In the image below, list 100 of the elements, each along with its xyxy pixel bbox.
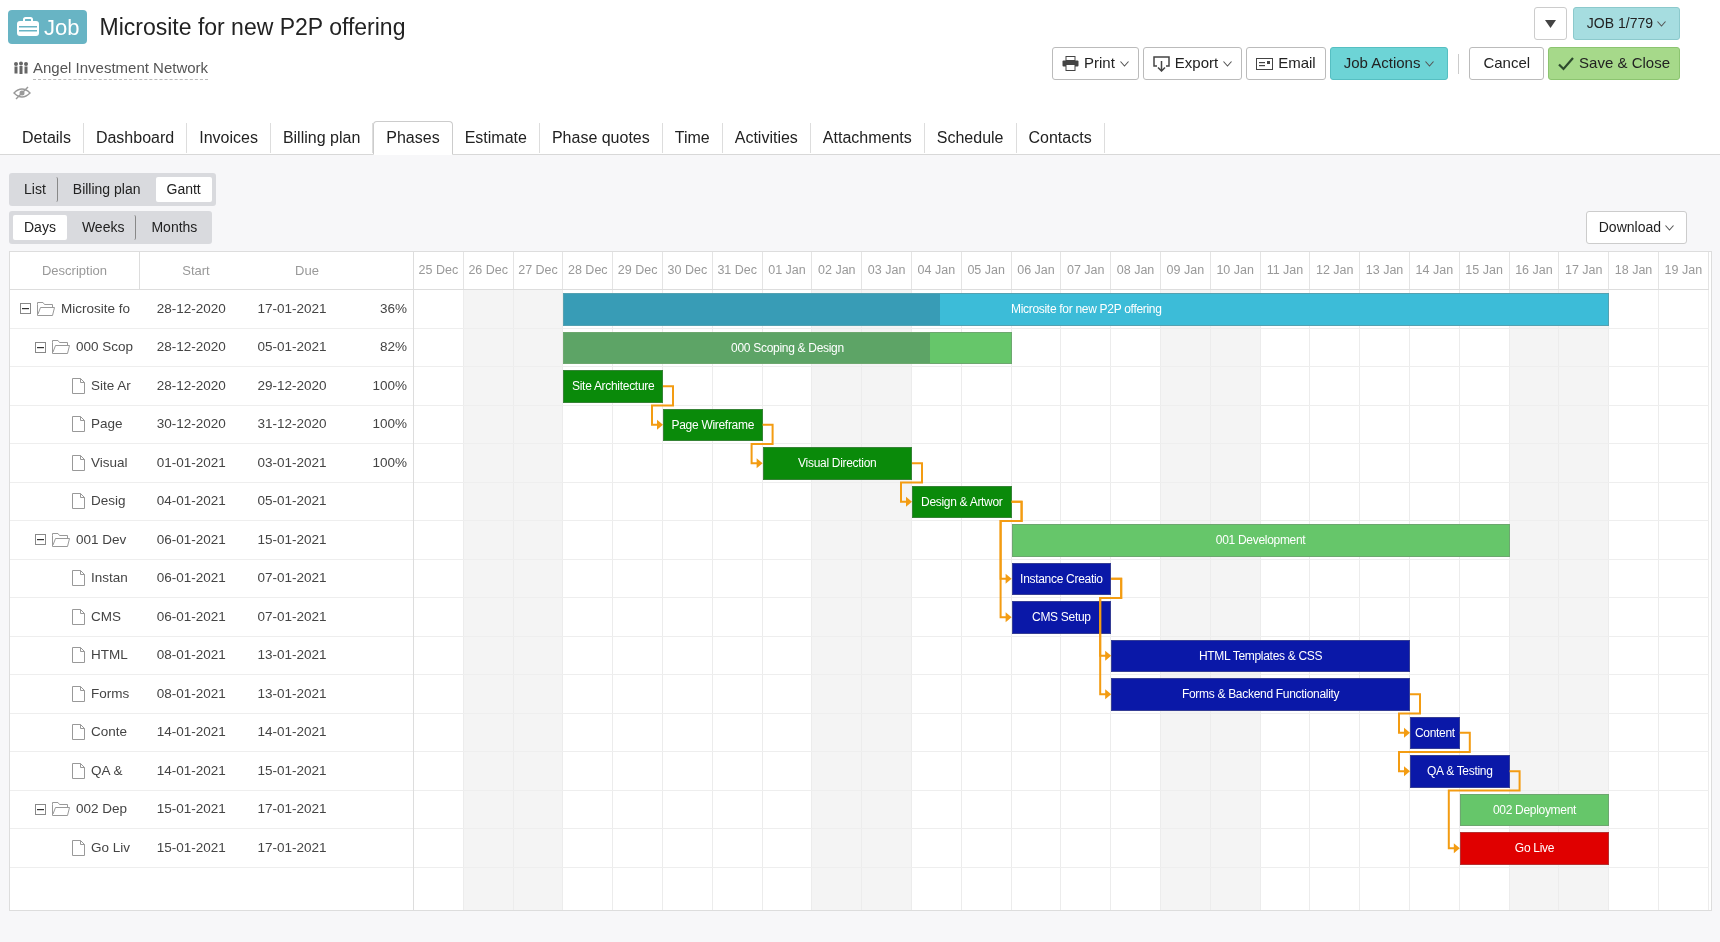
day-label: 05 Jan <box>967 262 1005 280</box>
collapse-toggle[interactable] <box>35 803 46 815</box>
action-button[interactable]: Export <box>1142 47 1243 80</box>
date-cell: 05-01-2021 <box>257 493 327 509</box>
record-button[interactable]: JOB 1/779 <box>1572 7 1680 40</box>
day-label: 28 Dec <box>568 262 608 280</box>
document-icon <box>72 416 85 433</box>
task-bar[interactable]: HTML Templates & CSS <box>1111 639 1410 672</box>
date-cell: 15-01-2021 <box>257 762 327 778</box>
description-cell-text: Conte <box>91 723 128 742</box>
day-label: 02 Jan <box>818 262 856 280</box>
download-button[interactable]: Download <box>1585 211 1687 244</box>
bar-label: Instance Creatio <box>1020 570 1103 588</box>
tab[interactable]: Contacts <box>1016 123 1105 153</box>
action-button[interactable]: Print <box>1051 47 1139 80</box>
export-icon <box>1152 55 1170 72</box>
column-header: Due <box>295 261 319 280</box>
task-bar[interactable]: Forms & Backend Functionality <box>1111 678 1410 711</box>
document-icon <box>72 839 85 856</box>
document-icon <box>72 647 85 664</box>
task-bar[interactable]: Design & Artwor <box>912 485 1012 518</box>
tab[interactable]: Attachments <box>810 123 925 153</box>
page-title: Microsite for new P2P offering <box>99 13 406 42</box>
segment-button[interactable]: Gantt <box>155 177 212 202</box>
save-button[interactable]: Save & Close <box>1548 47 1680 80</box>
day-label: 09 Jan <box>1166 262 1205 280</box>
task-bar[interactable]: Content <box>1410 716 1460 749</box>
client-link[interactable]: Angel Investment Network <box>33 56 209 80</box>
date-cell: 14-01-2021 <box>156 724 226 740</box>
segment-button[interactable]: Days <box>13 215 67 240</box>
tab[interactable]: Phases <box>373 121 453 155</box>
action-button[interactable]: Job Actions <box>1329 47 1449 80</box>
task-bar[interactable]: Go Live <box>1459 832 1610 865</box>
caret-icon <box>1544 19 1556 28</box>
chevron-icon <box>1425 60 1435 67</box>
task-bar[interactable]: Instance Creatio <box>1011 562 1112 595</box>
bar-label: Go Live <box>1514 840 1555 858</box>
column-header: Start <box>182 261 210 280</box>
folder-icon <box>37 301 55 316</box>
date-cell: 01-01-2021 <box>156 454 226 470</box>
day-label: 06 Jan <box>1017 262 1055 280</box>
task-bar[interactable]: CMS Setup <box>1011 601 1112 634</box>
date-cell: 30-12-2020 <box>156 416 226 432</box>
date-cell: 06-01-2021 <box>156 570 226 586</box>
tab[interactable]: Invoices <box>187 123 271 153</box>
day-label: 31 Dec <box>717 262 757 280</box>
tab[interactable]: Dashboard <box>83 123 188 153</box>
day-label: 25 Dec <box>418 262 459 280</box>
column-header: Description <box>42 261 107 280</box>
day-label: 01 Jan <box>768 262 806 280</box>
action-button[interactable]: Email <box>1246 47 1326 80</box>
day-label: 14 Jan <box>1415 262 1454 280</box>
tab[interactable]: Activities <box>722 123 811 153</box>
folder-icon <box>52 802 70 817</box>
tab[interactable]: Estimate <box>452 123 540 153</box>
folder-icon <box>52 340 70 355</box>
segment-button[interactable]: Billing plan <box>61 177 152 202</box>
collapse-toggle[interactable] <box>20 303 31 315</box>
task-bar[interactable]: Visual Direction <box>762 447 912 480</box>
hidden-icon[interactable] <box>13 86 31 100</box>
date-cell: 04-01-2021 <box>156 493 226 509</box>
segment-button[interactable]: Months <box>140 215 209 240</box>
day-label: 29 Dec <box>617 262 658 280</box>
bar-label: 001 Development <box>1215 532 1306 550</box>
date-cell: 28-12-2020 <box>156 339 226 355</box>
action-button[interactable]: Cancel <box>1469 47 1545 80</box>
task-bar[interactable]: QA & Testing <box>1410 755 1510 788</box>
tab[interactable]: Phase quotes <box>539 123 663 153</box>
tab[interactable]: Schedule <box>924 123 1017 153</box>
bar-label: 000 Scoping & Design <box>731 339 844 357</box>
segment-button[interactable]: Weeks <box>70 215 137 240</box>
day-label: 08 Jan <box>1116 262 1155 280</box>
description-cell-text: Microsite fo <box>61 299 131 318</box>
bar-label: Microsite for new P2P offering <box>1010 301 1162 319</box>
day-label: 16 Jan <box>1515 262 1553 280</box>
folder-icon <box>52 532 70 547</box>
date-cell: 07-01-2021 <box>257 570 327 586</box>
collapse-toggle[interactable] <box>35 534 46 546</box>
day-label: 07 Jan <box>1067 262 1105 280</box>
bar-label: 002 Deployment <box>1492 801 1577 819</box>
day-label: 26 Dec <box>468 262 508 280</box>
dropdown-button[interactable] <box>1533 7 1567 40</box>
task-bar[interactable]: Page Wireframe <box>663 408 763 441</box>
chevron-icon <box>1223 60 1233 67</box>
day-label: 18 Jan <box>1614 262 1653 280</box>
day-label: 15 Jan <box>1465 262 1503 280</box>
collapse-toggle[interactable] <box>35 341 46 353</box>
day-label: 03 Jan <box>867 262 906 280</box>
document-icon <box>72 377 85 394</box>
tab[interactable]: Time <box>662 123 723 153</box>
description-cell-text: Forms <box>91 684 130 703</box>
segment-button[interactable]: List <box>13 177 58 202</box>
date-cell: 31-12-2020 <box>257 416 327 432</box>
date-cell: 08-01-2021 <box>156 647 226 663</box>
task-bar[interactable]: Site Architecture <box>563 370 663 403</box>
date-cell: 17-01-2021 <box>257 300 327 316</box>
description-cell-text: 002 Dep <box>76 800 128 819</box>
percent-cell: 36% <box>379 300 407 316</box>
tab[interactable]: Details <box>10 123 84 153</box>
bar-label: Visual Direction <box>798 455 877 473</box>
